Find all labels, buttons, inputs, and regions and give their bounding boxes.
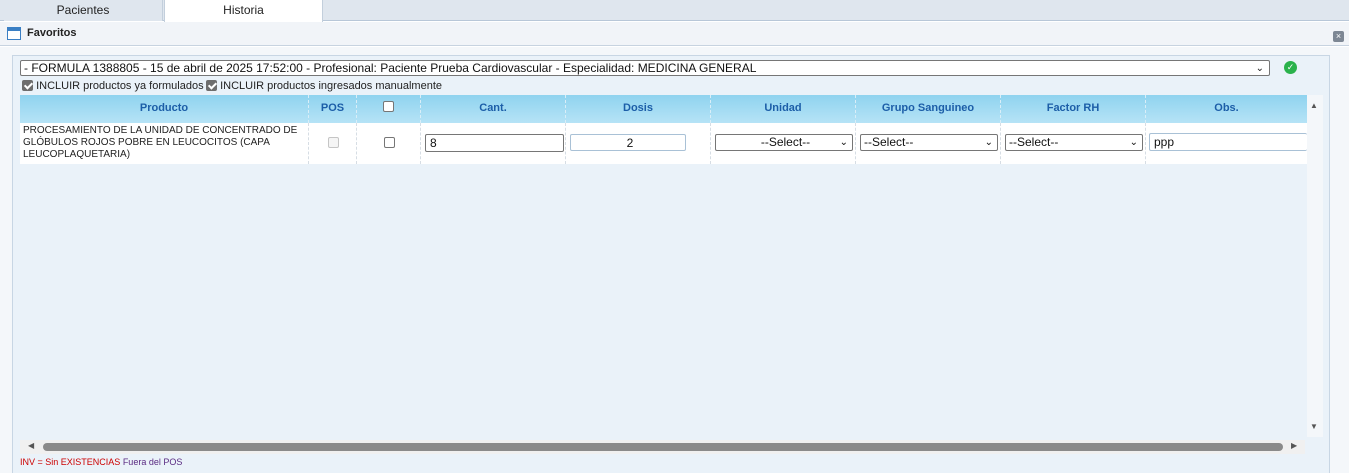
unidad-select[interactable]: --Select-- ⌄ <box>715 134 853 151</box>
pos-checkbox <box>328 137 339 148</box>
check-circle-icon[interactable]: ✓ <box>1284 61 1297 74</box>
unidad-select-value: --Select-- <box>760 135 811 149</box>
cell-select <box>357 123 421 164</box>
cant-input[interactable]: 8 <box>425 134 564 152</box>
legend-inv: INV = Sin EXISTENCIAS <box>20 457 121 467</box>
panel-title: Favoritos <box>27 27 77 39</box>
cell-pos <box>309 123 357 164</box>
scroll-right-icon[interactable]: ▶ <box>1291 441 1297 450</box>
cell-dosis: 2 <box>566 123 711 164</box>
close-icon[interactable]: × <box>1333 31 1344 42</box>
window-icon <box>7 27 21 40</box>
cell-grupo-sanguineo: --Select-- ⌄ <box>856 123 1001 164</box>
incluir-manual-checkbox[interactable] <box>206 80 217 91</box>
grid-header: Producto POS Cant. Dosis Unidad Grupo Sa… <box>20 95 1307 123</box>
grupo-select-value: --Select-- <box>864 135 914 149</box>
legend: INV = Sin EXISTENCIAS Fuera del POS <box>20 457 182 467</box>
incluir-manual-option[interactable]: INCLUIR productos ingresados manualmente <box>206 80 442 92</box>
scroll-down-icon[interactable]: ▼ <box>1310 422 1318 431</box>
incluir-manual-label: INCLUIR productos ingresados manualmente <box>220 80 443 92</box>
tab-bar: Pacientes Historia <box>0 0 1349 22</box>
chevron-down-icon: ⌄ <box>839 137 848 148</box>
legend-pos: Fuera del POS <box>122 457 183 467</box>
tab-pacientes[interactable]: Pacientes <box>4 0 163 21</box>
header-select-all[interactable] <box>357 95 421 123</box>
header-grupo-sanguineo[interactable]: Grupo Sanguineo <box>856 95 1001 123</box>
header-unidad[interactable]: Unidad <box>711 95 856 123</box>
formula-select[interactable]: - FORMULA 1388805 - 15 de abril de 2025 … <box>20 60 1270 76</box>
header-pos[interactable]: POS <box>309 95 357 123</box>
panel-header: Favoritos × <box>0 22 1349 46</box>
scroll-up-icon[interactable]: ▲ <box>1310 101 1318 110</box>
cell-unidad: --Select-- ⌄ <box>711 123 856 164</box>
select-all-checkbox[interactable] <box>383 101 394 112</box>
incluir-formulados-label: INCLUIR productos ya formulados <box>36 80 204 92</box>
product-name: PROCESAMIENTO DE LA UNIDAD DE CONCENTRAD… <box>23 125 298 160</box>
dosis-input[interactable]: 2 <box>570 134 686 151</box>
header-dosis[interactable]: Dosis <box>566 95 711 123</box>
cell-factor-rh: --Select-- ⌄ <box>1001 123 1146 164</box>
formula-select-value: - FORMULA 1388805 - 15 de abril de 2025 … <box>24 61 757 75</box>
scrollbar-thumb[interactable] <box>43 443 1283 451</box>
factor-rh-select[interactable]: --Select-- ⌄ <box>1005 134 1143 151</box>
cell-obs: ppp <box>1146 123 1307 164</box>
table-row: PROCESAMIENTO DE LA UNIDAD DE CONCENTRAD… <box>20 123 1307 164</box>
cell-producto: PROCESAMIENTO DE LA UNIDAD DE CONCENTRAD… <box>20 123 309 164</box>
obs-input[interactable]: ppp <box>1149 133 1307 151</box>
row-select-checkbox[interactable] <box>384 137 395 148</box>
chevron-down-icon: ⌄ <box>984 137 993 148</box>
grupo-sanguineo-select[interactable]: --Select-- ⌄ <box>860 134 998 151</box>
cell-cant: 8 <box>421 123 566 164</box>
header-producto[interactable]: Producto <box>20 95 309 123</box>
factor-select-value: --Select-- <box>1009 135 1059 149</box>
tab-historia[interactable]: Historia <box>164 0 323 22</box>
header-obs[interactable]: Obs. <box>1146 95 1307 123</box>
header-factor-rh[interactable]: Factor RH <box>1001 95 1146 123</box>
header-cant[interactable]: Cant. <box>421 95 566 123</box>
horizontal-scrollbar[interactable]: ◀ ▶ <box>20 440 1305 454</box>
vertical-scrollbar[interactable]: ▲ ▼ <box>1307 95 1323 437</box>
chevron-down-icon: ⌄ <box>1255 63 1264 74</box>
incluir-formulados-checkbox[interactable] <box>22 80 33 91</box>
incluir-formulados-option[interactable]: INCLUIR productos ya formulados <box>22 80 204 92</box>
scroll-left-icon[interactable]: ◀ <box>28 441 34 450</box>
chevron-down-icon: ⌄ <box>1129 137 1138 148</box>
